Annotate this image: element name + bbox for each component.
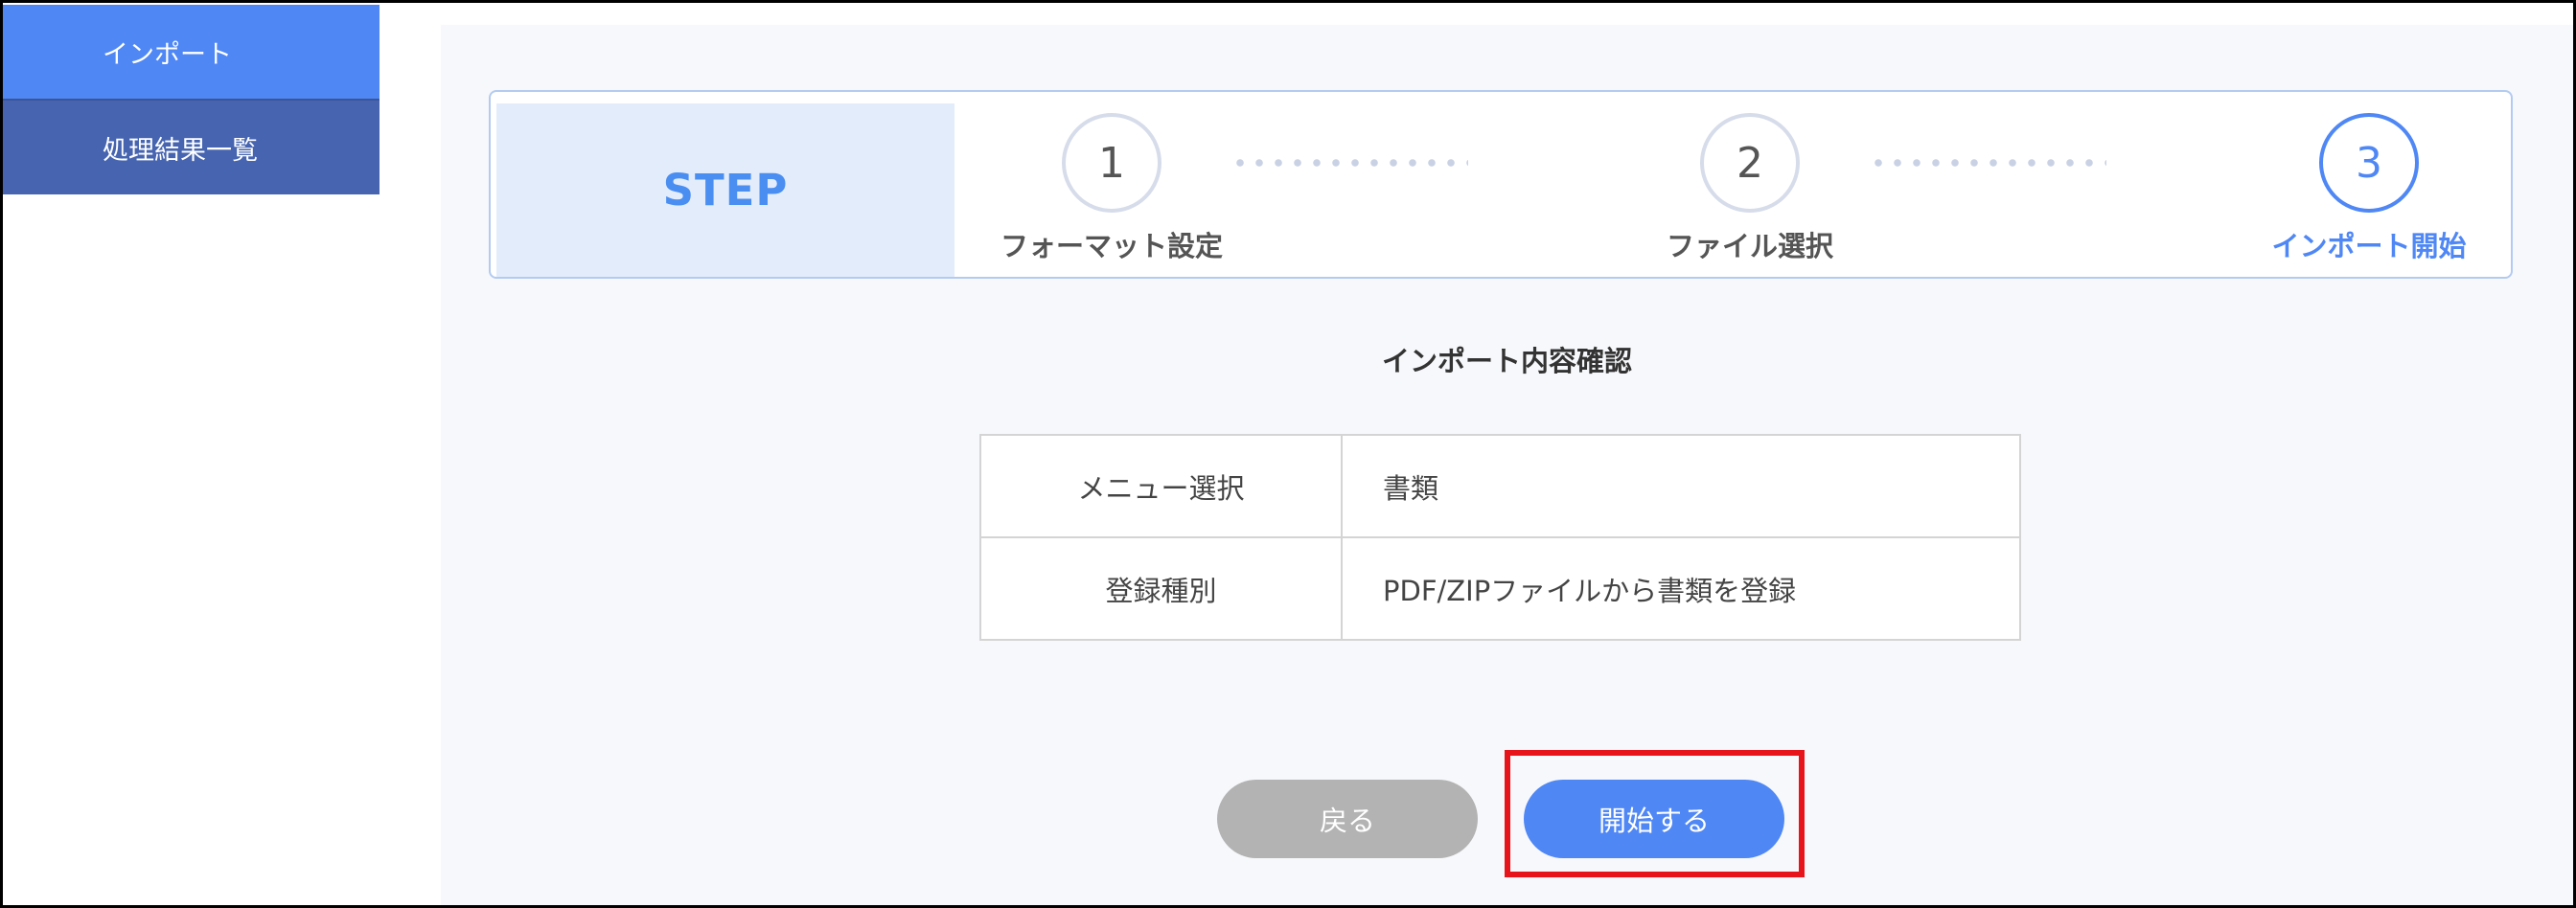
back-button[interactable]: 戻る	[1217, 780, 1478, 858]
table-row: 登録種別 PDF/ZIPファイルから書類を登録	[979, 536, 2021, 641]
start-button[interactable]: 開始する	[1524, 780, 1784, 858]
step-3-current: 3 インポート開始	[2244, 92, 2494, 281]
sidebar: インポート 処理結果一覧	[3, 5, 380, 194]
table-row: メニュー選択 書類	[979, 434, 2021, 538]
table-key-cell: 登録種別	[979, 536, 1343, 641]
sidebar-item-results[interactable]: 処理結果一覧	[3, 99, 380, 194]
step-number-circle: 2	[1700, 113, 1800, 213]
table-key-cell: メニュー選択	[979, 434, 1343, 538]
step-connector	[1230, 158, 1468, 168]
step-1: 1 フォーマット設定	[987, 92, 1236, 281]
step-connector	[1869, 158, 2106, 168]
table-value-cell: PDF/ZIPファイルから書類を登録	[1341, 536, 2021, 641]
step-name: ファイル選択	[1666, 230, 1833, 262]
step-number-circle: 3	[2319, 113, 2419, 213]
section-title: インポート内容確認	[1381, 345, 1632, 377]
step-2: 2 ファイル選択	[1625, 92, 1874, 281]
step-label: STEP	[662, 165, 789, 216]
step-name: インポート開始	[2271, 230, 2467, 262]
table-value-cell: 書類	[1341, 434, 2021, 538]
step-number-circle: 1	[1062, 113, 1162, 213]
sidebar-item-label: インポート	[103, 39, 232, 70]
step-label-box: STEP	[496, 103, 954, 277]
sidebar-item-label: 処理結果一覧	[103, 135, 258, 166]
main-panel: STEP 1 フォーマット設定 2 ファイル選択 3 インポート開始 インポート…	[441, 25, 2573, 905]
step-name: フォーマット設定	[1000, 230, 1223, 262]
confirmation-table: メニュー選択 書類 登録種別 PDF/ZIPファイルから書類を登録	[979, 434, 2021, 641]
sidebar-item-import[interactable]: インポート	[3, 5, 380, 99]
step-indicator: STEP 1 フォーマット設定 2 ファイル選択 3 インポート開始	[489, 90, 2513, 279]
